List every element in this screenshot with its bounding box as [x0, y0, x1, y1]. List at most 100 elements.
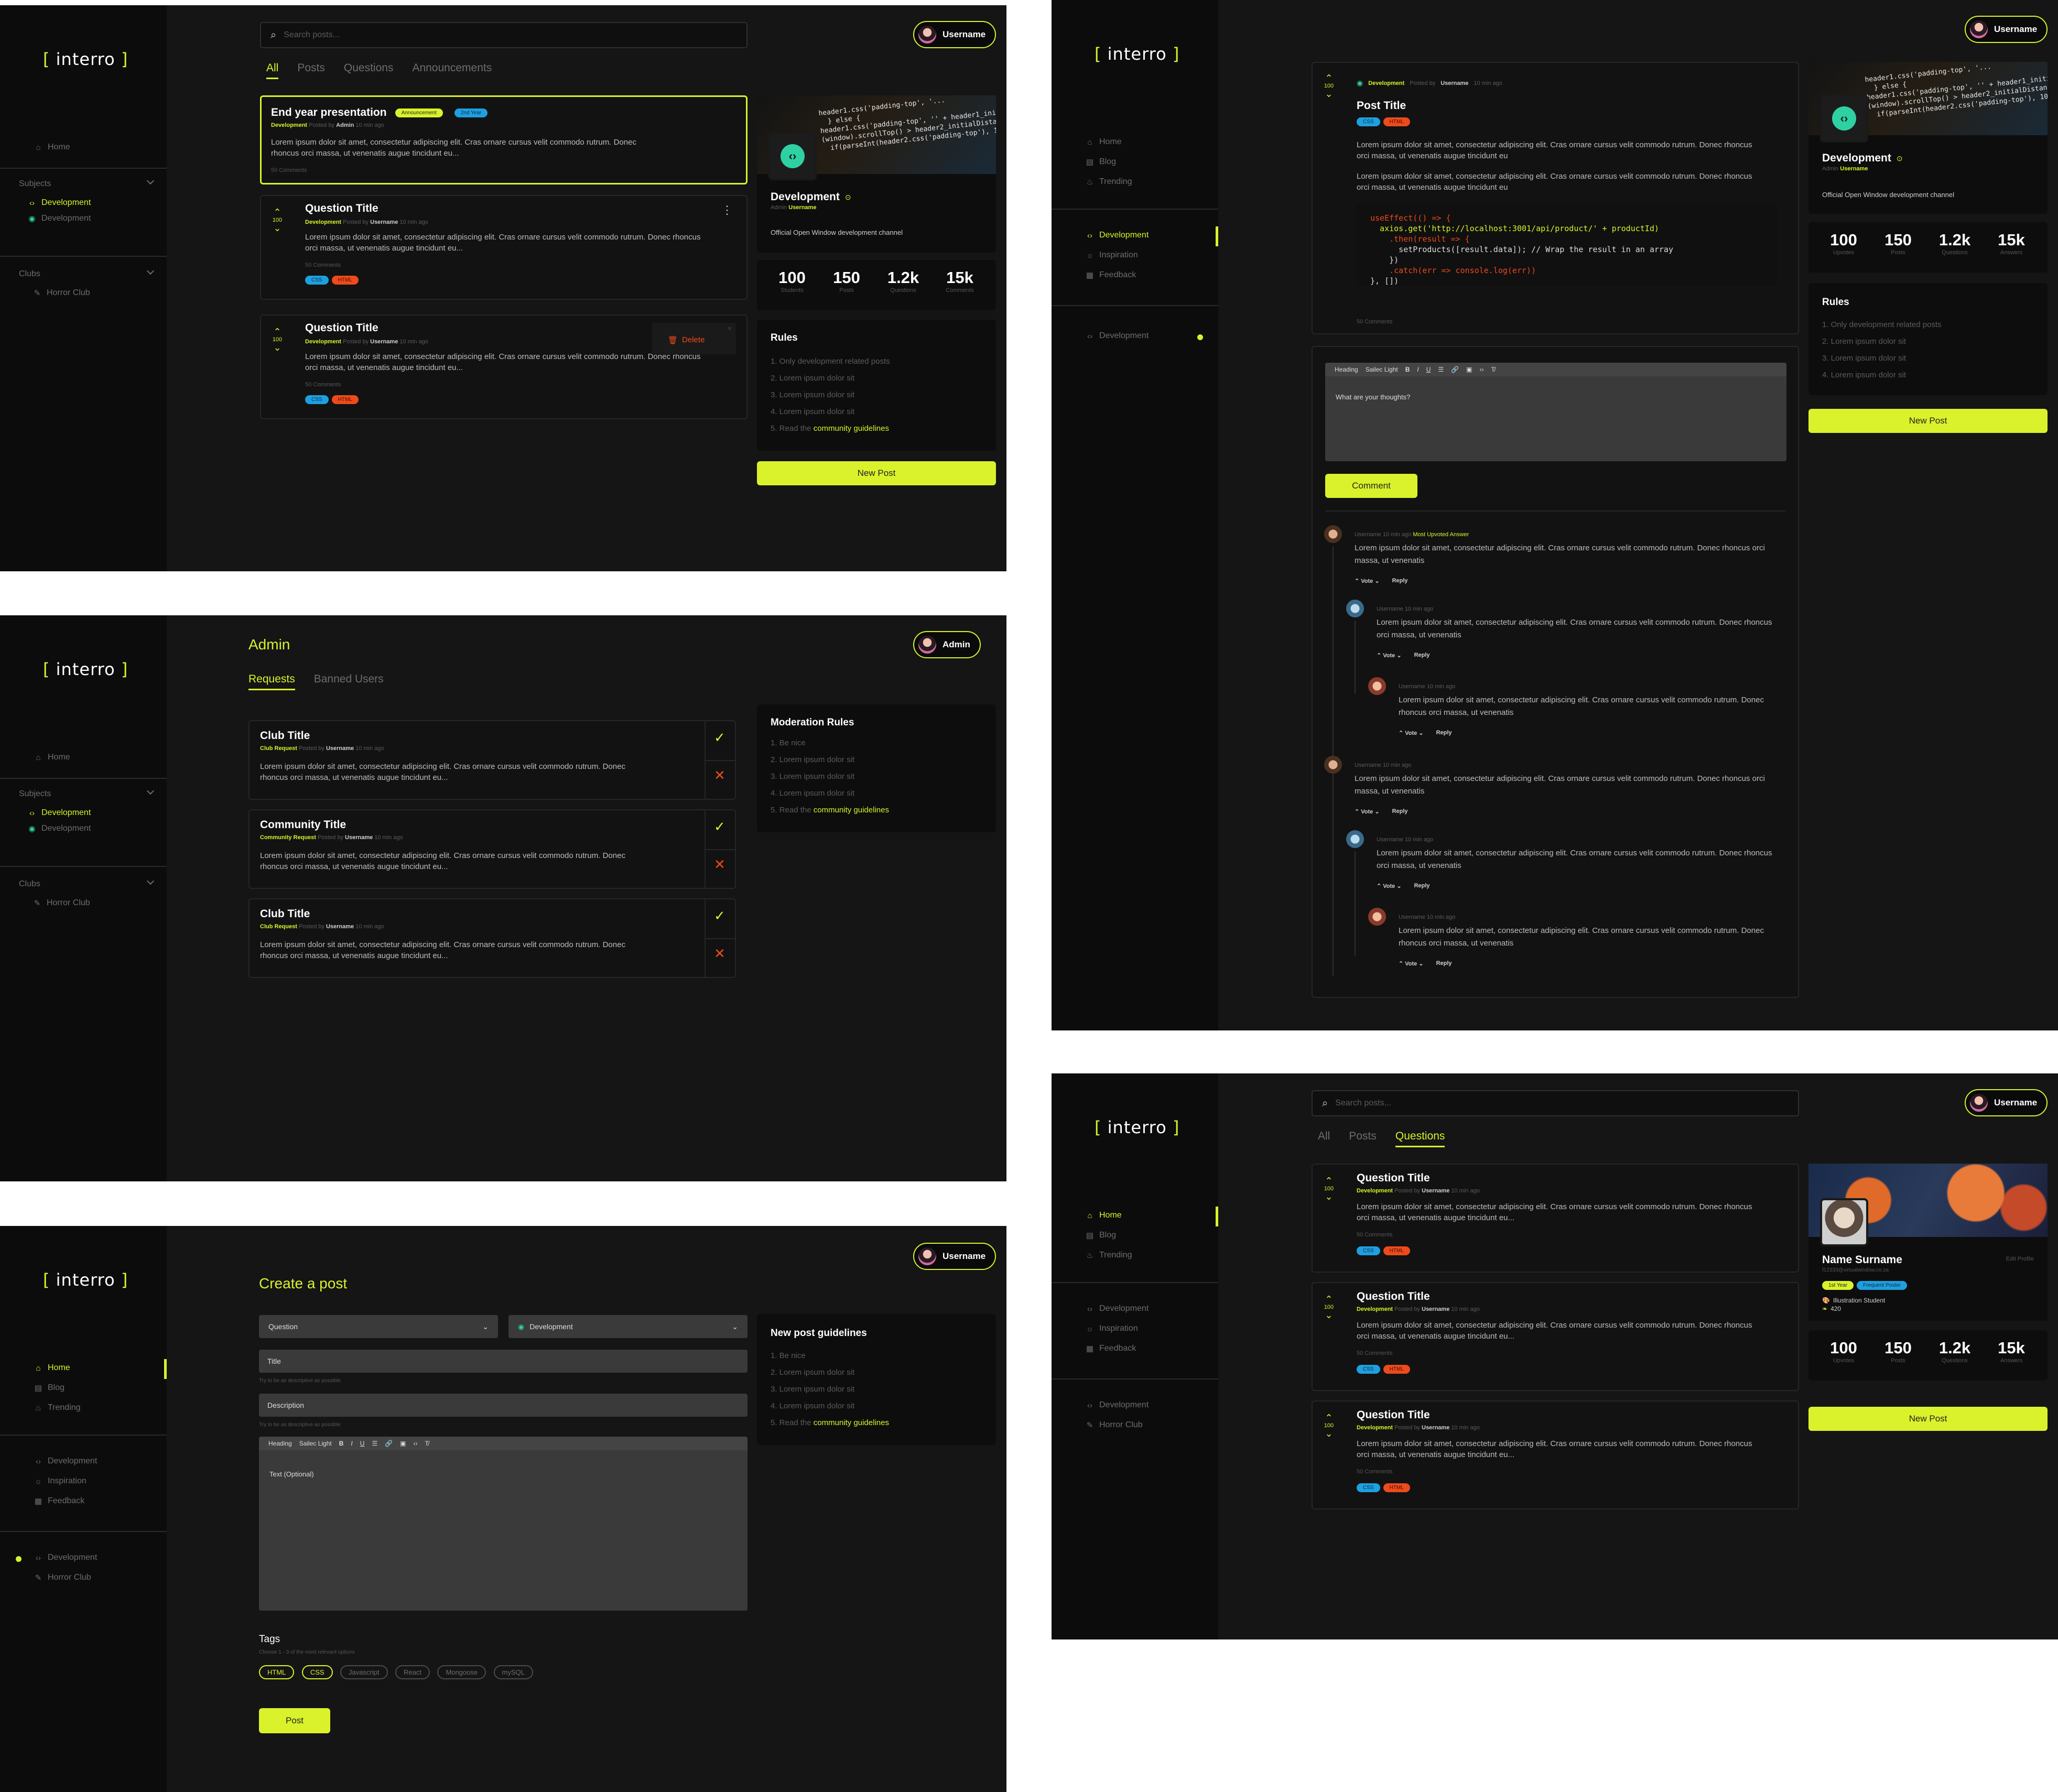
- sidebar-item-horror-club[interactable]: ✎ Horror Club: [33, 898, 90, 908]
- reply-button[interactable]: Reply: [1436, 960, 1452, 967]
- tag-html[interactable]: HTML: [1383, 1246, 1410, 1255]
- sidebar-item-home[interactable]: ⌂ Home: [34, 1363, 70, 1373]
- more-options-icon[interactable]: ⋮: [721, 203, 733, 217]
- post-card-question[interactable]: ⌃ 100 ⌄ Question Title Development Posted …: [1312, 1164, 1799, 1273]
- sidebar-item-development-2[interactable]: ◉ Development: [27, 824, 91, 833]
- sidebar-item-trending[interactable]: ♨ Trending: [34, 1403, 80, 1413]
- edit-profile-link[interactable]: Edit Profile: [2006, 1256, 2034, 1262]
- comment-avatar[interactable]: [1346, 600, 1364, 617]
- vote-button[interactable]: ⌃ Vote ⌄: [1355, 578, 1380, 584]
- search-bar[interactable]: ⌕ Search posts...: [260, 22, 748, 48]
- chevron-down-icon[interactable]: [146, 877, 155, 885]
- sidebar-item-horror-club[interactable]: ✎ Horror Club: [34, 1573, 91, 1582]
- tab-questions[interactable]: Questions: [1395, 1130, 1445, 1147]
- section-clubs[interactable]: Clubs: [19, 879, 40, 889]
- reply-button[interactable]: Reply: [1392, 578, 1408, 584]
- tag-chip-mysql[interactable]: mySQL: [493, 1665, 533, 1679]
- approve-icon[interactable]: ✓: [714, 730, 725, 746]
- sidebar-item-inspiration[interactable]: ☼ Inspiration: [1085, 251, 1138, 260]
- sidebar-item-home[interactable]: ⌂ Home: [1085, 137, 1121, 147]
- post-title[interactable]: Question Title: [1357, 1290, 1430, 1303]
- user-menu[interactable]: Username: [913, 1243, 996, 1270]
- chevron-down-icon[interactable]: [146, 787, 155, 795]
- tag-html[interactable]: HTML: [331, 276, 359, 285]
- post-card-question[interactable]: ⌃ 100 ⌄ Question Title Development Posted …: [1312, 1400, 1799, 1509]
- reply-button[interactable]: Reply: [1392, 808, 1408, 815]
- comment-avatar[interactable]: [1368, 908, 1386, 926]
- sidebar-item-development-club[interactable]: ‹› Development: [34, 1553, 97, 1562]
- bold-button[interactable]: B: [339, 1440, 344, 1447]
- guidelines-link[interactable]: community guidelines: [814, 424, 889, 433]
- italic-button[interactable]: I: [1417, 366, 1418, 373]
- sidebar-item-home[interactable]: ⌂ Home: [34, 143, 70, 152]
- list-icon[interactable]: ☰: [372, 1440, 377, 1447]
- underline-button[interactable]: U: [360, 1440, 365, 1447]
- tab-requests[interactable]: Requests: [248, 673, 295, 690]
- section-clubs[interactable]: Clubs: [19, 269, 40, 279]
- vote-button[interactable]: ⌃ Vote ⌄: [1399, 730, 1424, 736]
- downvote-icon[interactable]: ⌄: [1321, 1429, 1337, 1438]
- tag-html[interactable]: HTML: [1383, 117, 1410, 126]
- sidebar-item-horror-club[interactable]: ✎ Horror Club: [33, 288, 90, 298]
- image-icon[interactable]: ▣: [1466, 366, 1472, 373]
- sidebar-item-blog[interactable]: ▤ Blog: [34, 1383, 64, 1393]
- heading-select[interactable]: Heading: [268, 1440, 292, 1447]
- downvote-icon[interactable]: ⌄: [269, 223, 285, 233]
- link-icon[interactable]: 🔗: [385, 1440, 393, 1447]
- post-card-question[interactable]: ⌃ 100 ⌄ Question Title Development Posted …: [260, 314, 748, 419]
- post-card-question[interactable]: ⌃ 100 ⌄ Question Title Development Posted …: [1312, 1282, 1799, 1391]
- upvote-icon[interactable]: ⌃: [1321, 1413, 1337, 1422]
- downvote-icon[interactable]: ⌄: [1321, 1192, 1337, 1201]
- reject-icon[interactable]: ✕: [714, 767, 725, 784]
- channel-select[interactable]: ◉ Development ⌄: [508, 1315, 748, 1338]
- sidebar-item-feedback[interactable]: ▦ Feedback: [1085, 270, 1136, 280]
- search-bar[interactable]: ⌕ Search posts...: [1312, 1090, 1799, 1116]
- vote-button[interactable]: ⌃ Vote ⌄: [1377, 883, 1402, 889]
- reject-icon[interactable]: ✕: [714, 856, 725, 873]
- sidebar-item-trending[interactable]: ♨ Trending: [1085, 177, 1132, 187]
- comment-count[interactable]: 50 Comments: [305, 262, 341, 268]
- comment-avatar[interactable]: [1324, 756, 1342, 774]
- post-title[interactable]: Question Title: [1357, 1409, 1430, 1421]
- tag-css[interactable]: CSS: [1357, 117, 1380, 126]
- reject-icon[interactable]: ✕: [714, 946, 725, 962]
- new-post-button[interactable]: New Post: [1808, 1407, 2048, 1431]
- sidebar-item-development[interactable]: ‹› Development: [1085, 1304, 1149, 1313]
- sidebar-item-development[interactable]: ‹› Development: [27, 198, 91, 208]
- tag-chip-mongoose[interactable]: Mongoose: [437, 1665, 486, 1679]
- tab-all[interactable]: All: [266, 62, 279, 79]
- tab-posts[interactable]: Posts: [297, 62, 325, 79]
- sidebar-item-development[interactable]: ‹› Development: [27, 808, 91, 818]
- comment-count[interactable]: 50 Comments: [1357, 1469, 1392, 1475]
- app-logo[interactable]: [ interro ]: [43, 659, 128, 679]
- sidebar-item-home[interactable]: ⌂ Home: [1085, 1211, 1121, 1220]
- tag-chip-css[interactable]: CSS: [301, 1665, 333, 1679]
- downvote-icon[interactable]: ⌄: [1321, 89, 1337, 99]
- tab-questions[interactable]: Questions: [344, 62, 394, 79]
- sidebar-item-home[interactable]: ⌂ Home: [34, 753, 70, 762]
- tag-css[interactable]: CSS: [1357, 1365, 1380, 1374]
- bold-button[interactable]: B: [1405, 366, 1410, 373]
- vote-button[interactable]: ⌃ Vote ⌄: [1377, 652, 1402, 659]
- tag-chip-react[interactable]: React: [395, 1665, 430, 1679]
- sidebar-item-inspiration[interactable]: ☼ Inspiration: [34, 1476, 86, 1486]
- comment-count[interactable]: 50 Comments: [305, 382, 341, 388]
- reply-button[interactable]: Reply: [1436, 730, 1452, 736]
- underline-button[interactable]: U: [1426, 366, 1431, 373]
- post-title[interactable]: Question Title: [305, 202, 378, 215]
- upvote-icon[interactable]: ⌃: [1321, 1176, 1337, 1186]
- post-card-question[interactable]: ⌃ 100 ⌄ Question Title Development Posted …: [260, 195, 748, 300]
- tag-css[interactable]: CSS: [1357, 1483, 1380, 1492]
- comment-avatar[interactable]: [1346, 830, 1364, 848]
- app-logo[interactable]: [ interro ]: [1095, 1117, 1179, 1137]
- guidelines-link[interactable]: community guidelines: [814, 1418, 889, 1427]
- description-input[interactable]: Description: [259, 1394, 748, 1417]
- sidebar-item-development-2[interactable]: ◉ Development: [27, 214, 91, 223]
- sidebar-item-blog[interactable]: ▤ Blog: [1085, 1231, 1116, 1240]
- code-icon[interactable]: ‹›: [414, 1440, 418, 1447]
- sidebar-item-development[interactable]: ‹› Development: [1085, 231, 1149, 240]
- comment-count[interactable]: 50 Comments: [1357, 1232, 1392, 1238]
- post-button[interactable]: Post: [259, 1708, 330, 1733]
- approve-icon[interactable]: ✓: [714, 908, 725, 924]
- sidebar-item-horror-club[interactable]: ✎ Horror Club: [1085, 1420, 1143, 1430]
